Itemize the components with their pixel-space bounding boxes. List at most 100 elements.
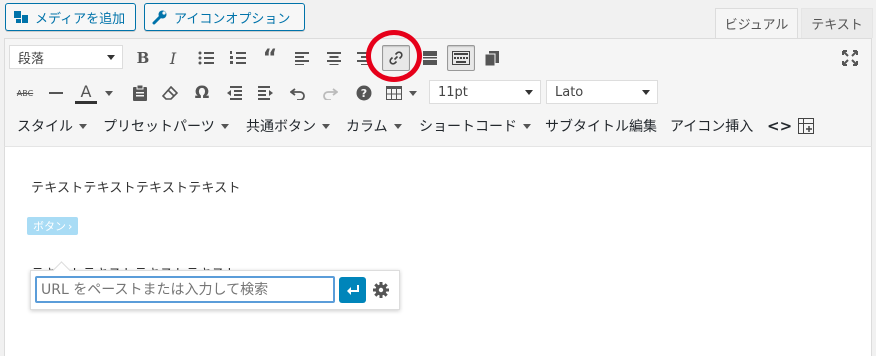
fullscreen-icon — [842, 50, 858, 66]
insert-link-button[interactable] — [382, 45, 410, 71]
align-center-button[interactable] — [323, 47, 345, 69]
menu-subtitle-edit-label: サブタイトル編集 — [545, 119, 657, 135]
gear-icon — [373, 282, 389, 298]
italic-button[interactable]: I — [163, 47, 183, 69]
text-color-button[interactable]: A — [75, 82, 97, 104]
align-right-icon — [357, 52, 369, 65]
keyboard-icon — [452, 51, 470, 65]
numbered-list-button[interactable] — [227, 47, 249, 69]
font-size-value: 11pt — [438, 84, 468, 100]
format-select-value: 段落 — [18, 51, 45, 67]
table-dropdown[interactable] — [407, 82, 419, 104]
read-more-icon — [423, 51, 437, 65]
bullet-list-icon — [198, 51, 214, 65]
chevron-right-icon: › — [68, 219, 73, 233]
strikethrough-label: ABC — [16, 88, 34, 98]
help-icon: ? — [356, 85, 372, 101]
menu-shortcode-label: ショートコード — [419, 119, 517, 135]
paste-text-button[interactable] — [129, 82, 151, 104]
caret-down-icon — [220, 123, 229, 129]
menu-style[interactable]: スタイル — [17, 116, 87, 136]
outdent-button[interactable] — [223, 82, 245, 104]
editor-topbar: メディアを追加 アイコンオプション ビジュアル テキスト — [0, 0, 876, 38]
menu-preset-parts-label: プリセットパーツ — [103, 119, 215, 135]
help-button[interactable]: ? — [353, 82, 375, 104]
special-character-button[interactable]: Ω — [191, 82, 213, 104]
tab-text[interactable]: テキスト — [801, 8, 873, 38]
menu-icon-insert-label: アイコン挿入 — [670, 119, 754, 135]
link-popup — [30, 270, 400, 310]
fullscreen-button[interactable] — [839, 47, 861, 69]
media-icon — [14, 11, 28, 23]
blockquote-button[interactable]: “ — [259, 46, 281, 71]
menu-common-buttons-label: 共通ボタン — [246, 119, 316, 135]
menu-columns-label: カラム — [346, 119, 388, 135]
code-button[interactable]: <> — [767, 116, 792, 136]
menu-preset-parts[interactable]: プリセットパーツ — [103, 116, 229, 136]
font-size-select[interactable]: 11pt — [429, 80, 541, 104]
numbered-list-icon — [230, 51, 246, 64]
caret-down-icon — [105, 90, 113, 96]
add-media-button[interactable]: メディアを追加 — [5, 3, 136, 31]
align-left-icon — [295, 52, 309, 65]
font-family-value: Lato — [555, 84, 584, 100]
link-icon — [389, 51, 403, 65]
font-family-select[interactable]: Lato — [546, 80, 658, 104]
text-color-label: A — [80, 82, 92, 101]
wrench-icon — [152, 10, 167, 25]
tab-visual[interactable]: ビジュアル — [715, 8, 798, 38]
toolbar-toggle-button[interactable] — [447, 45, 475, 71]
align-center-icon — [327, 52, 341, 65]
undo-icon — [290, 88, 305, 100]
redo-icon — [323, 88, 338, 100]
table-plus-icon — [798, 118, 814, 134]
link-options-button[interactable] — [371, 280, 391, 300]
copy-icon — [485, 50, 499, 66]
eraser-icon — [162, 86, 178, 100]
code-icon: <> — [767, 117, 793, 135]
button-pill-label: ボタン — [33, 220, 66, 233]
caret-down-icon — [393, 123, 402, 129]
caret-down-icon — [409, 90, 417, 96]
menu-subtitle-edit[interactable]: サブタイトル編集 — [545, 116, 657, 136]
horizontal-rule-button[interactable] — [45, 82, 67, 104]
url-input[interactable] — [35, 276, 335, 303]
content-paragraph: テキストテキストテキストテキスト — [31, 181, 241, 196]
strikethrough-button[interactable]: ABC — [13, 82, 37, 104]
enter-icon — [346, 285, 359, 295]
caret-down-icon — [523, 123, 531, 129]
apply-link-button[interactable] — [339, 277, 366, 303]
menu-columns[interactable]: カラム — [346, 116, 402, 136]
text-color-dropdown[interactable] — [103, 82, 115, 104]
undo-button[interactable] — [287, 82, 309, 104]
horizontal-line-icon — [49, 92, 63, 94]
indent-button[interactable] — [255, 82, 277, 104]
menu-style-label: スタイル — [17, 119, 73, 135]
bullet-list-button[interactable] — [195, 47, 217, 69]
clear-formatting-button[interactable] — [159, 82, 181, 104]
outdent-icon — [227, 86, 242, 100]
caret-down-icon — [322, 123, 330, 129]
indent-icon — [258, 86, 273, 100]
add-media-label: メディアを追加 — [35, 11, 126, 27]
duplicate-button[interactable] — [481, 47, 503, 69]
menu-icon-insert[interactable]: アイコン挿入 — [670, 116, 753, 136]
clipboard-icon — [133, 85, 147, 101]
table-button[interactable] — [383, 82, 405, 104]
svg-text:?: ? — [361, 87, 367, 100]
menu-common-buttons[interactable]: 共通ボタン — [246, 116, 330, 136]
caret-down-icon — [79, 123, 87, 129]
editor-content[interactable]: テキストテキストテキストテキスト ボタン› テキストテキストテキストテキスト — [4, 147, 872, 356]
table-icon — [386, 86, 402, 100]
icon-options-button[interactable]: アイコンオプション — [144, 3, 305, 31]
align-left-button[interactable] — [291, 47, 313, 69]
redo-button[interactable] — [319, 82, 341, 104]
content-button-pill: ボタン › — [27, 217, 79, 235]
bold-button[interactable]: B — [133, 47, 153, 69]
menu-shortcode[interactable]: ショートコード — [419, 116, 531, 136]
add-table-button[interactable] — [798, 116, 814, 136]
icon-options-label: アイコンオプション — [174, 11, 291, 27]
insert-more-button[interactable] — [419, 47, 441, 69]
format-select[interactable]: 段落 — [9, 45, 123, 69]
align-right-button[interactable] — [355, 47, 371, 69]
